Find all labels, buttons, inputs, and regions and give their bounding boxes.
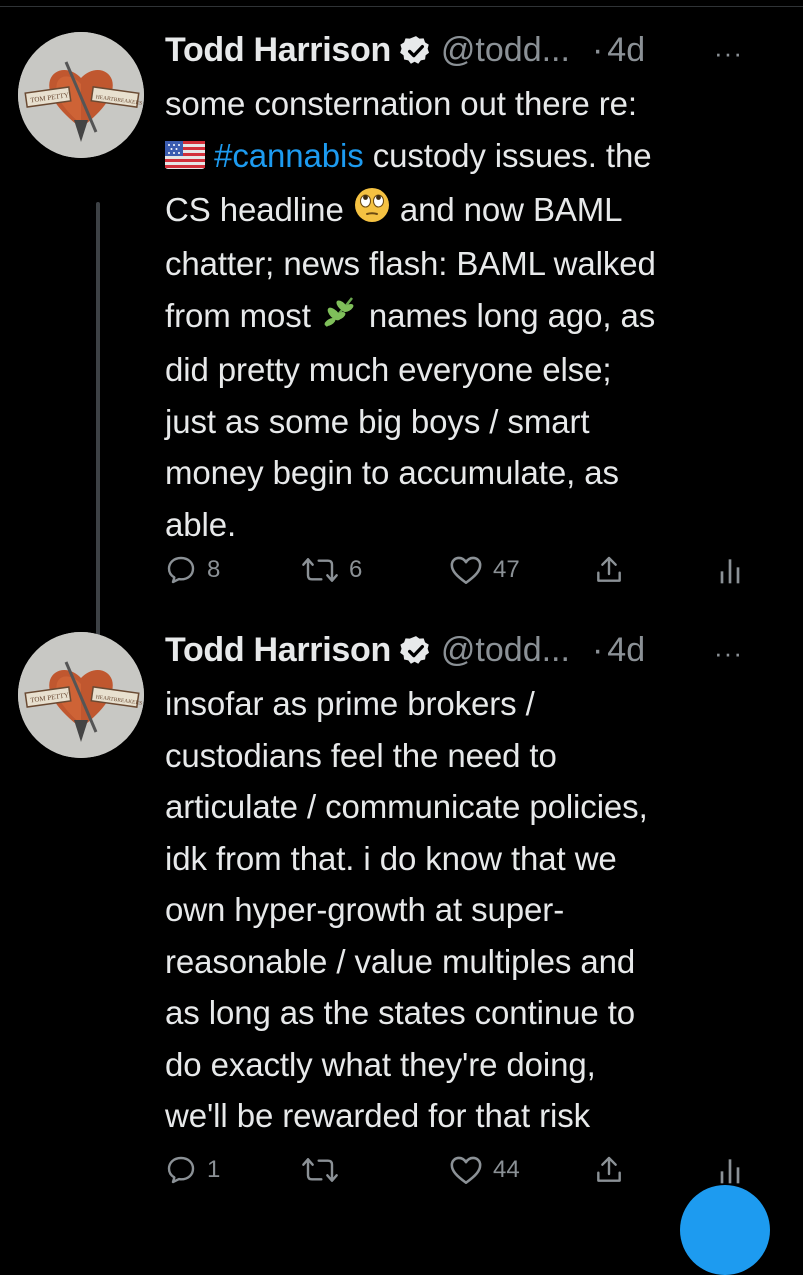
avatar[interactable]: TOM PETTY HEARTBREAKERS [18, 632, 144, 758]
tweet-text: some consternation out there re: #cannab… [165, 85, 656, 543]
heart-icon [450, 1156, 482, 1185]
tweet-header: Todd Harrison @todd... · 4d [165, 28, 785, 72]
heart-icon [450, 556, 482, 585]
separator-dot: · [591, 30, 604, 69]
share-button[interactable] [593, 1154, 625, 1186]
rolling-eyes-icon [353, 186, 391, 239]
avatar[interactable]: TOM PETTY HEARTBREAKERS [18, 32, 144, 158]
top-divider [0, 6, 803, 7]
tweet[interactable]: TOM PETTY HEARTBREAKERS Todd Harrison @t… [0, 28, 803, 654]
reply-button[interactable]: 8 [165, 554, 220, 586]
verified-badge-icon [399, 34, 433, 68]
handle[interactable]: @todd... [441, 631, 570, 670]
tweet-text: insofar as prime brokers / custodians fe… [165, 685, 648, 1134]
verified-badge-icon [399, 634, 433, 668]
reply-button[interactable]: 1 [165, 1154, 220, 1186]
avatar-image: TOM PETTY HEARTBREAKERS [18, 632, 144, 758]
more-options-icon[interactable]: ··· [714, 38, 743, 69]
retweet-icon [302, 558, 338, 582]
like-count: 44 [493, 1156, 520, 1183]
retweet-button[interactable]: 6 [301, 554, 362, 586]
avatar-image: TOM PETTY HEARTBREAKERS [18, 32, 144, 158]
compose-tweet-button[interactable] [680, 1185, 770, 1275]
retweet-button[interactable] [301, 1154, 349, 1186]
reply-count: 8 [207, 556, 221, 583]
like-button[interactable]: 44 [449, 1154, 520, 1186]
thread-line [96, 202, 100, 654]
retweet-count: 6 [349, 556, 363, 583]
like-count: 47 [493, 556, 520, 583]
share-icon [597, 1156, 621, 1182]
display-name[interactable]: Todd Harrison [165, 31, 391, 70]
analytics-button[interactable] [717, 1154, 743, 1186]
us-flag-icon [165, 132, 205, 184]
analytics-icon [720, 559, 740, 584]
separator-dot: · [591, 630, 604, 669]
analytics-button[interactable] [717, 554, 743, 586]
retweet-icon [302, 1158, 338, 1182]
handle[interactable]: @todd... [441, 31, 570, 70]
herb-icon [320, 292, 360, 345]
like-button[interactable]: 47 [449, 554, 520, 586]
timestamp[interactable]: 4d [607, 631, 645, 670]
more-options-icon[interactable]: ··· [714, 638, 743, 669]
tweet-header: Todd Harrison @todd... · 4d [165, 628, 785, 672]
share-icon [597, 556, 621, 582]
hashtag-link[interactable]: #cannabis [214, 137, 364, 174]
reply-icon [167, 1156, 195, 1184]
share-button[interactable] [593, 554, 625, 586]
tweet-actions: 8 6 47 [165, 554, 785, 594]
tweet-actions: 1 44 [165, 1154, 785, 1194]
reply-icon [167, 556, 195, 584]
tweet[interactable]: TOM PETTY HEARTBREAKERS Todd Harrison @t… [0, 628, 803, 1206]
timestamp[interactable]: 4d [607, 31, 645, 70]
display-name[interactable]: Todd Harrison [165, 631, 391, 670]
reply-count: 1 [207, 1156, 221, 1183]
analytics-icon [720, 1159, 740, 1184]
